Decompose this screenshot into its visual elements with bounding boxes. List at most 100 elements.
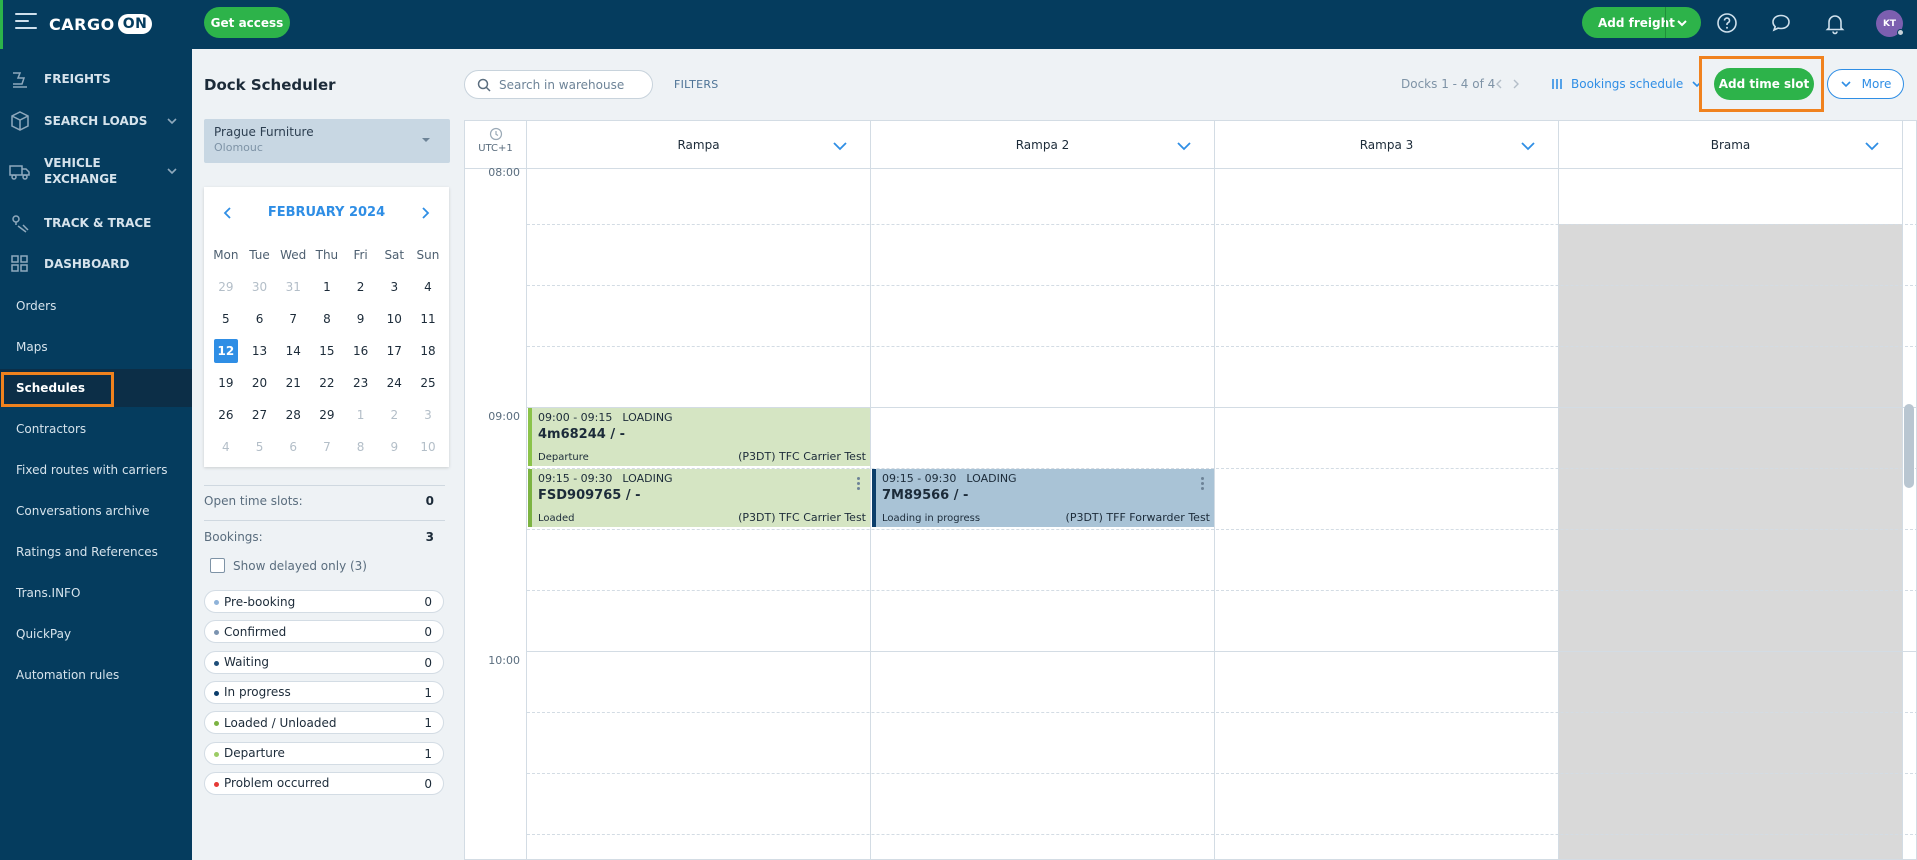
show-delayed-checkbox[interactable]: Show delayed only (3): [210, 558, 367, 573]
calendar-day[interactable]: 25: [411, 367, 445, 399]
calendar-day[interactable]: 18: [411, 335, 445, 367]
calendar-day[interactable]: 3: [377, 271, 411, 303]
calendar-day[interactable]: 15: [310, 335, 344, 367]
status-filter[interactable]: Waiting 0: [204, 650, 444, 674]
booking-card[interactable]: 09:15 - 09:30 LOADING FSD909765 / - Loade…: [528, 469, 870, 527]
calendar-day[interactable]: 10: [411, 431, 445, 463]
calendar-day[interactable]: 28: [276, 399, 310, 431]
calendar-day[interactable]: 27: [243, 399, 277, 431]
calendar-day[interactable]: 23: [344, 367, 378, 399]
search-input[interactable]: [499, 77, 639, 92]
chevron-down-icon[interactable]: [1674, 15, 1690, 31]
sidebar-item-trans-info[interactable]: Trans.INFO: [0, 574, 192, 612]
chevron-down-icon[interactable]: [165, 164, 179, 178]
scrollbar-thumb[interactable]: [1904, 404, 1914, 488]
sidebar-item-search-loads[interactable]: SEARCH LOADS: [0, 106, 192, 136]
calendar-day[interactable]: 4: [209, 431, 243, 463]
calendar-day[interactable]: 8: [310, 303, 344, 335]
calendar-day[interactable]: 29: [209, 271, 243, 303]
calendar-day[interactable]: 7: [276, 303, 310, 335]
sidebar-item-contractors[interactable]: Contractors: [0, 410, 192, 448]
calendar-day[interactable]: 31: [276, 271, 310, 303]
chevron-right-icon[interactable]: [419, 207, 431, 219]
calendar-day[interactable]: 7: [310, 431, 344, 463]
status-filter[interactable]: Loaded / Unloaded 1: [204, 711, 444, 735]
status-filter[interactable]: Pre-booking 0: [204, 590, 444, 613]
sidebar-item-quickpay[interactable]: QuickPay: [0, 615, 192, 653]
calendar-day[interactable]: 1: [310, 271, 344, 303]
chevron-left-icon[interactable]: [1494, 79, 1504, 89]
calendar-day[interactable]: 1: [344, 399, 378, 431]
calendar-day[interactable]: 26: [209, 399, 243, 431]
sidebar-item-orders[interactable]: Orders: [0, 287, 192, 325]
sidebar-item-dashboard[interactable]: DASHBOARD: [0, 249, 192, 279]
calendar-day[interactable]: 12: [209, 335, 243, 367]
more-vertical-icon[interactable]: [1201, 477, 1205, 493]
calendar-day[interactable]: 10: [377, 303, 411, 335]
menu-icon[interactable]: [15, 13, 37, 31]
calendar-day[interactable]: 22: [310, 367, 344, 399]
calendar-day[interactable]: 13: [243, 335, 277, 367]
checkbox-icon[interactable]: [210, 558, 225, 573]
chevron-down-icon[interactable]: [832, 138, 848, 154]
chevron-down-icon[interactable]: [1864, 138, 1880, 154]
calendar-day[interactable]: 3: [411, 399, 445, 431]
user-avatar[interactable]: KT: [1876, 10, 1904, 37]
dock-column-rampa-3[interactable]: [1215, 169, 1559, 859]
status-filter[interactable]: Confirmed 0: [204, 620, 444, 644]
calendar-day[interactable]: 16: [344, 335, 378, 367]
calendar-day[interactable]: 2: [344, 271, 378, 303]
bookings-schedule-dropdown[interactable]: Bookings schedule: [1551, 77, 1703, 91]
chevron-down-icon[interactable]: [165, 114, 179, 128]
status-filter[interactable]: Problem occurred 0: [204, 771, 444, 795]
filters-button[interactable]: FILTERS: [674, 78, 719, 91]
chevron-right-icon[interactable]: [1511, 79, 1521, 89]
calendar-day[interactable]: 11: [411, 303, 445, 335]
warehouse-select[interactable]: Prague Furniture Olomouc: [204, 119, 450, 163]
booking-card[interactable]: 09:15 - 09:30 LOADING 7M89566 / - Loading…: [872, 469, 1214, 527]
calendar-day[interactable]: 5: [209, 303, 243, 335]
calendar-day[interactable]: 14: [276, 335, 310, 367]
calendar-day[interactable]: 8: [344, 431, 378, 463]
add-freight-button[interactable]: Add freight: [1582, 7, 1701, 38]
chevron-down-icon[interactable]: [1176, 138, 1192, 154]
more-button[interactable]: More: [1827, 69, 1904, 99]
calendar-day[interactable]: 6: [276, 431, 310, 463]
sidebar-item-track-trace[interactable]: TRACK & TRACE: [0, 208, 192, 238]
calendar-day[interactable]: 21: [276, 367, 310, 399]
calendar-day[interactable]: 9: [344, 303, 378, 335]
sidebar-item-vehicle-exchange[interactable]: VEHICLE EXCHANGE: [0, 151, 192, 191]
sidebar-item-fixed-routes[interactable]: Fixed routes with carriers: [0, 451, 192, 489]
calendar-day[interactable]: 5: [243, 431, 277, 463]
calendar-day[interactable]: 19: [209, 367, 243, 399]
calendar-day[interactable]: 4: [411, 271, 445, 303]
status-filter[interactable]: In progress 1: [204, 680, 444, 704]
sidebar-item-freights[interactable]: FREIGHTS: [0, 64, 192, 94]
search-input-wrapper[interactable]: [464, 70, 653, 99]
calendar-day[interactable]: 6: [243, 303, 277, 335]
status-count: 1: [424, 685, 432, 700]
docks-count: Docks 1 - 4 of 4: [1401, 77, 1496, 91]
sidebar-item-conversations-archive[interactable]: Conversations archive: [0, 492, 192, 530]
status-filter[interactable]: Departure 1: [204, 741, 444, 765]
chat-icon[interactable]: [1769, 11, 1793, 35]
calendar-day[interactable]: 29: [310, 399, 344, 431]
more-vertical-icon[interactable]: [857, 477, 861, 493]
bell-icon[interactable]: [1823, 11, 1847, 35]
calendar-day[interactable]: 17: [377, 335, 411, 367]
calendar-day[interactable]: 9: [377, 431, 411, 463]
sidebar-item-automation-rules[interactable]: Automation rules: [0, 656, 192, 694]
cargoon-logo[interactable]: CARGO ON: [49, 12, 153, 36]
calendar-day[interactable]: 30: [243, 271, 277, 303]
booking-card[interactable]: 09:00 - 09:15 LOADING 4m68244 / - Departu…: [528, 408, 870, 466]
booking-id: 7M89566 / -: [882, 488, 969, 503]
sidebar-item-maps[interactable]: Maps: [0, 328, 192, 366]
chevron-down-icon[interactable]: [1520, 138, 1536, 154]
sidebar-item-ratings[interactable]: Ratings and References: [0, 533, 192, 571]
calendar-day[interactable]: 2: [377, 399, 411, 431]
help-icon[interactable]: [1715, 11, 1739, 35]
get-access-button[interactable]: Get access: [204, 7, 290, 38]
calendar-day[interactable]: 24: [377, 367, 411, 399]
add-freight-separator: [1665, 7, 1666, 38]
calendar-day[interactable]: 20: [243, 367, 277, 399]
